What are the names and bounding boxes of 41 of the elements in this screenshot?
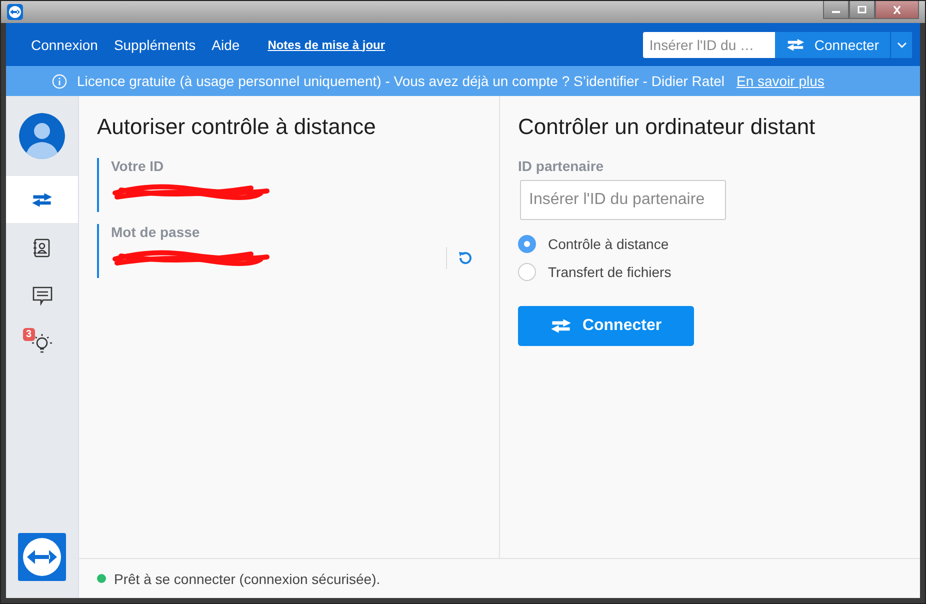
swap-arrows-icon [786,38,806,52]
maximize-button[interactable] [849,1,875,19]
partner-id-field[interactable]: Insérer l'ID du … [643,32,776,58]
close-icon [892,6,902,14]
avatar-icon[interactable] [19,113,65,159]
section-title: Autoriser contrôle à distance [97,114,377,140]
menu-item[interactable]: Aide [212,36,248,52]
field-label: ID partenaire [518,158,604,174]
field-label: Mot de passe [111,224,201,240]
contact-book-icon [32,238,52,258]
sidebar-tab[interactable]: 3 [6,320,78,367]
field-label: Votre ID [111,158,165,174]
chevron-down-icon [896,42,906,48]
maximize-icon [857,6,867,14]
connect-button[interactable]: Connecter [775,32,890,58]
app-logo-icon[interactable] [18,533,66,581]
close-button[interactable] [875,1,919,19]
menu-item[interactable]: Connexion [31,36,106,52]
sidebar-tab[interactable] [6,176,78,223]
status-text: Prêt à se connecter (connexion sécurisée). [114,570,380,586]
refresh-button[interactable] [446,247,473,269]
radio-label: Transfert de fichiers [548,264,672,280]
swap-arrows-icon [31,192,53,208]
partner-id-field[interactable]: Insérer l'ID du partenaire [520,180,726,220]
app-logo-icon [7,4,23,20]
notification-badge: 3 [23,328,35,340]
connect-button[interactable]: Connecter [518,306,694,346]
dropdown-button[interactable] [890,32,912,58]
swap-arrows-icon [550,318,572,334]
radio-button[interactable] [518,235,536,253]
menu-item[interactable]: Suppléments [114,36,204,52]
minimize-button[interactable] [823,1,849,19]
refresh-icon [457,250,473,266]
radio-button[interactable] [518,263,536,281]
radio-label: Contrôle à distance [548,236,669,252]
lightbulb-icon [31,332,53,354]
release-notes-link[interactable]: Notes de mise à jour [268,38,386,52]
license-notice: Licence gratuite (à usage personnel uniquement) - Vous avez déjà un compte ? S’identifier - Didier Ratel [77,73,724,89]
info-icon [52,74,67,88]
section-title: Contrôler un ordinateur distant [518,114,816,140]
chat-icon [32,286,52,306]
